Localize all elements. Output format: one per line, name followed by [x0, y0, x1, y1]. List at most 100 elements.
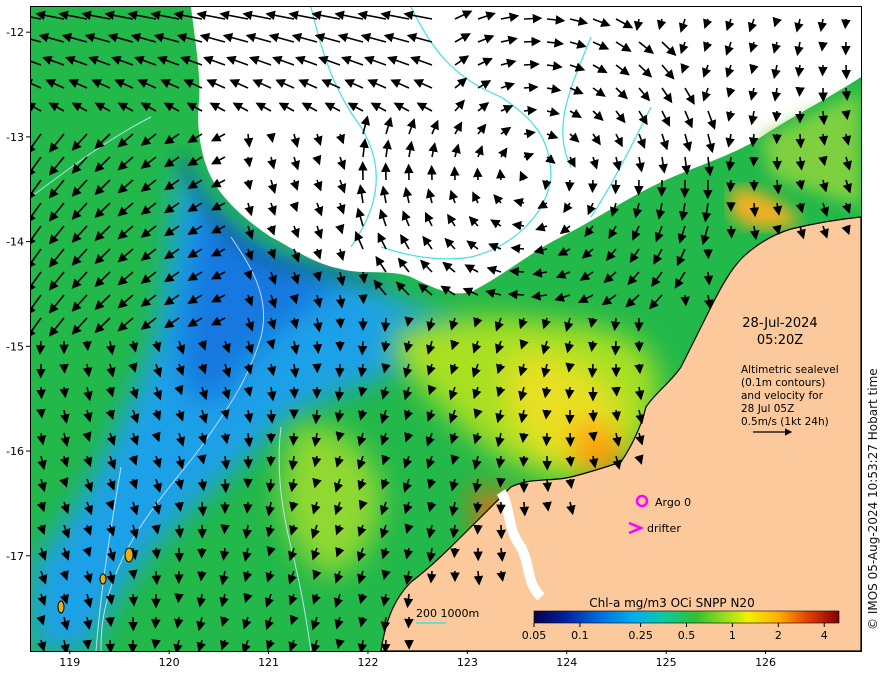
velocity-arrow — [266, 409, 277, 424]
velocity-arrow — [128, 569, 138, 580]
velocity-arrow — [726, 225, 736, 239]
annotation-line: Altimetric sealevel — [741, 364, 839, 376]
velocity-arrow — [105, 616, 115, 628]
velocity-arrow — [565, 455, 575, 467]
colorbar-tick-label: 4 — [821, 629, 828, 642]
velocity-arrow — [335, 363, 345, 378]
lat-tick-label: -14 — [6, 236, 24, 249]
velocity-arrow — [519, 501, 530, 517]
velocity-arrow — [611, 386, 621, 397]
velocity-arrow — [220, 478, 231, 494]
lon-tick-label: 125 — [656, 656, 677, 669]
velocity-arrow — [380, 317, 391, 333]
velocity-arrow — [197, 570, 207, 582]
map-panel[interactable]: 28-Jul-2024 05:20Z Altimetric sealevel (0… — [30, 6, 862, 652]
reef-marker — [124, 547, 134, 563]
lat-tick-label: -17 — [6, 550, 24, 563]
velocity-arrow — [634, 363, 644, 375]
velocity-arrow — [588, 179, 598, 194]
lat-tick-label: -13 — [6, 131, 24, 144]
velocity-arrow — [380, 639, 391, 651]
annotation-time: 05:20Z — [757, 333, 803, 348]
lon-tick-label: 126 — [755, 656, 776, 669]
reef-marker — [99, 573, 107, 585]
velocity-arrow — [450, 547, 460, 559]
annotation-line: and velocity for — [741, 390, 824, 402]
bathymetry-legend-label: 200 1000m — [416, 607, 479, 620]
chlorophyll-map: 28-Jul-2024 05:20Z Altimetric sealevel(0… — [31, 7, 861, 651]
velocity-arrow — [772, 110, 782, 123]
velocity-arrow — [818, 110, 829, 126]
velocity-arrow — [509, 266, 525, 277]
velocity-arrow — [426, 570, 437, 584]
velocity-arrow — [151, 616, 161, 629]
lon-tick-label: 123 — [457, 656, 478, 669]
velocity-arrow — [35, 340, 46, 355]
velocity-arrow — [726, 179, 736, 193]
velocity-arrow — [473, 167, 483, 181]
latitude-axis: -12 -13 -14 -15 -16 -17 — [6, 26, 30, 563]
velocity-arrow — [473, 501, 483, 514]
velocity-arrow — [680, 294, 690, 307]
annotation-line: 0.5m/s (1kt 24h) — [741, 416, 829, 428]
velocity-arrow — [289, 386, 299, 399]
velocity-arrow — [610, 340, 621, 356]
velocity-arrow — [311, 409, 322, 425]
velocity-arrow — [128, 639, 138, 651]
velocity-arrow — [523, 82, 539, 93]
lat-tick-label: -12 — [6, 26, 24, 39]
velocity-arrow — [243, 501, 253, 514]
lon-tick-label: 122 — [357, 656, 378, 669]
velocity-arrow — [507, 289, 525, 300]
velocity-arrow — [496, 477, 506, 488]
colorbar-tick-label: 0.5 — [678, 629, 696, 642]
colorbar-tick-label: 2 — [775, 629, 782, 642]
velocity-arrow — [335, 317, 345, 329]
velocity-arrow — [519, 455, 529, 468]
argo-label: Argo 0 — [655, 496, 691, 509]
velocity-arrow — [523, 13, 543, 24]
lon-tick-label: 119 — [59, 656, 80, 669]
annotation-line: 28 Jul 05Z — [741, 403, 794, 415]
velocity-arrow — [588, 409, 598, 423]
colorbar — [533, 610, 840, 624]
velocity-arrow — [36, 386, 46, 400]
velocity-arrow — [358, 294, 368, 305]
colorbar-tick-label: 0.05 — [522, 629, 547, 642]
velocity-arrow — [82, 340, 92, 352]
velocity-arrow — [565, 179, 575, 192]
credit-text: © IMOS 05-Aug-2024 10:53:27 Hobart time — [866, 368, 880, 630]
velocity-arrow — [565, 362, 575, 373]
velocity-arrow — [59, 363, 69, 374]
reef-marker — [57, 600, 65, 614]
velocity-arrow — [36, 408, 46, 419]
velocity-arrow — [795, 133, 806, 149]
velocity-arrow — [818, 41, 828, 52]
colorbar-tick-label: 1 — [729, 629, 736, 642]
annotation-date: 28-Jul-2024 — [742, 316, 817, 331]
velocity-arrow — [151, 639, 161, 650]
lon-tick-label: 124 — [556, 656, 577, 669]
velocity-arrow — [357, 340, 368, 356]
velocity-arrow — [496, 168, 506, 181]
velocity-arrow — [523, 59, 540, 70]
lat-tick-label: -16 — [6, 445, 24, 458]
velocity-arrow — [288, 432, 299, 446]
velocity-arrow — [220, 524, 230, 535]
velocity-arrow — [795, 86, 805, 97]
velocity-arrow — [496, 524, 506, 540]
velocity-arrow — [841, 18, 851, 30]
velocity-arrow — [243, 455, 253, 469]
lon-tick-label: 121 — [258, 656, 279, 669]
lat-tick-label: -15 — [6, 340, 24, 353]
velocity-arrow — [473, 570, 484, 586]
velocity-arrow — [587, 363, 598, 378]
velocity-arrow — [542, 478, 553, 493]
velocity-arrow — [523, 36, 542, 47]
colorbar-tick-label: 0.1 — [571, 629, 589, 642]
velocity-arrow — [128, 593, 139, 607]
velocity-arrow — [151, 570, 162, 586]
annotation-line: (0.1m contours) — [741, 377, 825, 389]
colorbar-title: Chl-a mg/m3 OCi SNPP N20 — [589, 596, 754, 610]
velocity-arrow — [174, 593, 184, 604]
